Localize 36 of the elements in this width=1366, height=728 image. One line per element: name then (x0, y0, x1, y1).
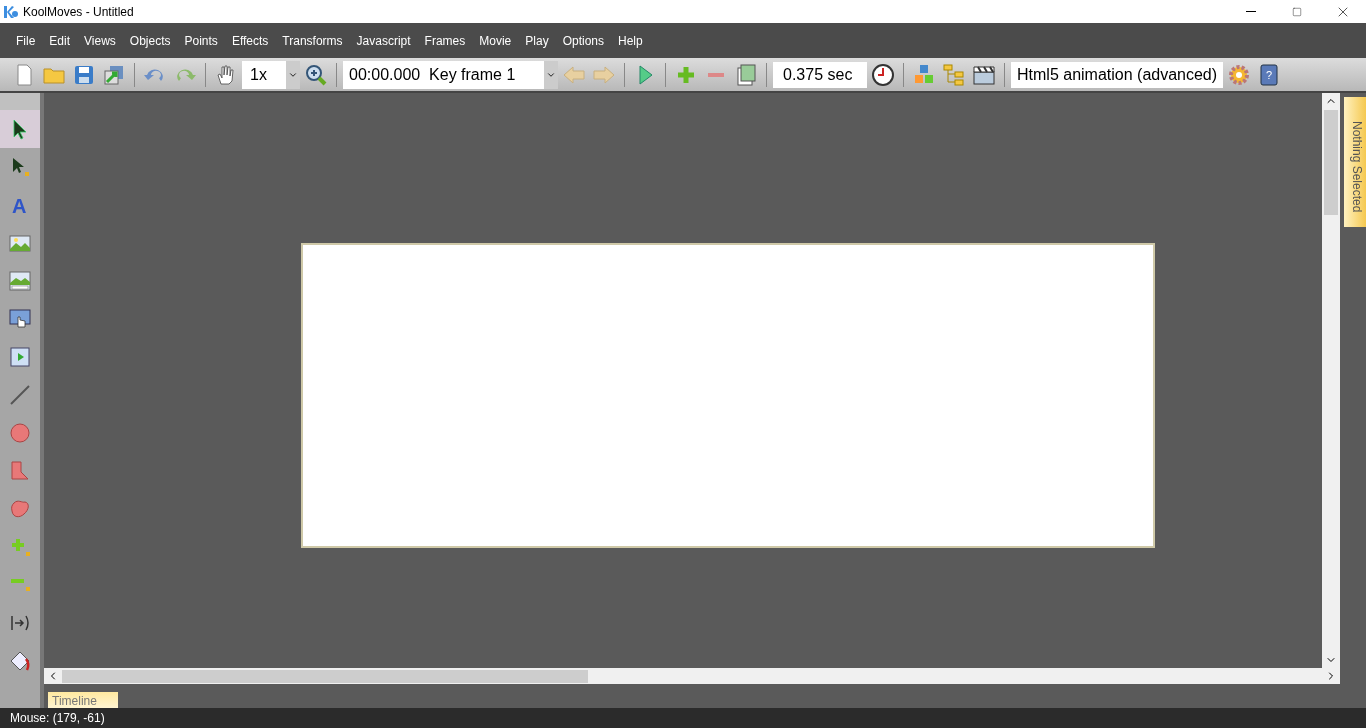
line-tool-icon (8, 383, 32, 407)
menu-item[interactable]: Effects (224, 29, 276, 52)
text-tool-icon: A (8, 193, 32, 217)
menu-item[interactable]: Movie (472, 29, 519, 52)
tool-panel-header (0, 93, 40, 110)
film-play-icon (8, 345, 32, 369)
export-format-field[interactable]: Html5 animation (advanced) (1011, 61, 1223, 88)
paint-bucket-icon (8, 649, 32, 673)
menu-item[interactable]: Javascript (349, 29, 418, 52)
window-title: KoolMoves - Untitled (23, 3, 134, 21)
tool-button[interactable] (0, 110, 40, 148)
app-logo-icon (4, 5, 18, 18)
minimize-icon (1246, 11, 1256, 12)
zoom-dropdown[interactable]: 1x (242, 60, 300, 89)
menu-item[interactable]: Options (555, 29, 611, 52)
duration-field[interactable]: 0.375 sec (773, 61, 867, 88)
menu-item[interactable]: Points (177, 29, 225, 52)
menu-item[interactable]: Help (611, 29, 650, 52)
menu-item[interactable]: Edit (42, 29, 78, 52)
frame-dropdown[interactable]: 00:00.000 Key frame 1 (343, 60, 558, 89)
circle-tool-icon (8, 421, 32, 445)
menu-item[interactable]: Play (518, 29, 556, 52)
menu-item[interactable]: Views (77, 29, 123, 52)
menu-item[interactable]: Objects (122, 29, 178, 52)
menu-item[interactable]: File (9, 29, 43, 52)
minus-point-icon (10, 579, 30, 591)
menu-item[interactable]: Frames (417, 29, 473, 52)
restore-icon (1292, 6, 1302, 17)
hand-on-button-icon (8, 307, 32, 331)
scroll-thumb[interactable] (62, 669, 588, 683)
status-text: Mouse: (179, -61) (9, 710, 105, 727)
menu-item[interactable]: Transforms (275, 29, 350, 52)
timeline-tab[interactable]: Timeline (48, 692, 118, 708)
properties-side-tab[interactable]: Nothing Selected (1344, 97, 1366, 227)
scroll-thumb[interactable] (1324, 110, 1338, 215)
image-slider-icon (8, 269, 32, 293)
